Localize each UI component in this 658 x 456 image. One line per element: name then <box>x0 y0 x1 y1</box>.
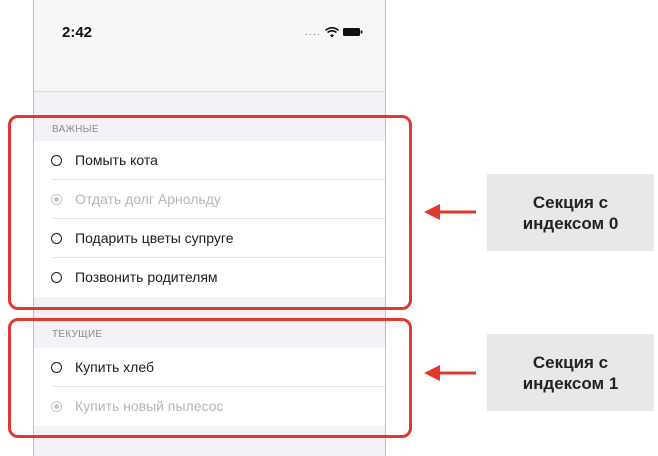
section-1-highlight-frame <box>8 318 412 438</box>
arrow-left-icon <box>424 365 476 381</box>
section-0-highlight-frame <box>8 115 412 310</box>
callout-line: Секция с <box>532 192 609 212</box>
status-time: 2:42 <box>62 24 93 41</box>
wifi-icon <box>325 26 339 37</box>
callout-section-0: Секция с индексом 0 <box>487 174 654 251</box>
callout-line: индексом 0 <box>522 213 619 233</box>
status-icons: .... <box>305 26 363 38</box>
status-bar: 2:42 .... <box>34 0 385 92</box>
arrow-left-icon <box>424 204 476 220</box>
callout-line: индексом 1 <box>522 373 619 393</box>
battery-icon <box>343 28 363 36</box>
signal-dots: .... <box>304 26 321 38</box>
callout-section-1: Секция с индексом 1 <box>487 334 654 411</box>
callout-line: Секция с <box>532 352 609 372</box>
